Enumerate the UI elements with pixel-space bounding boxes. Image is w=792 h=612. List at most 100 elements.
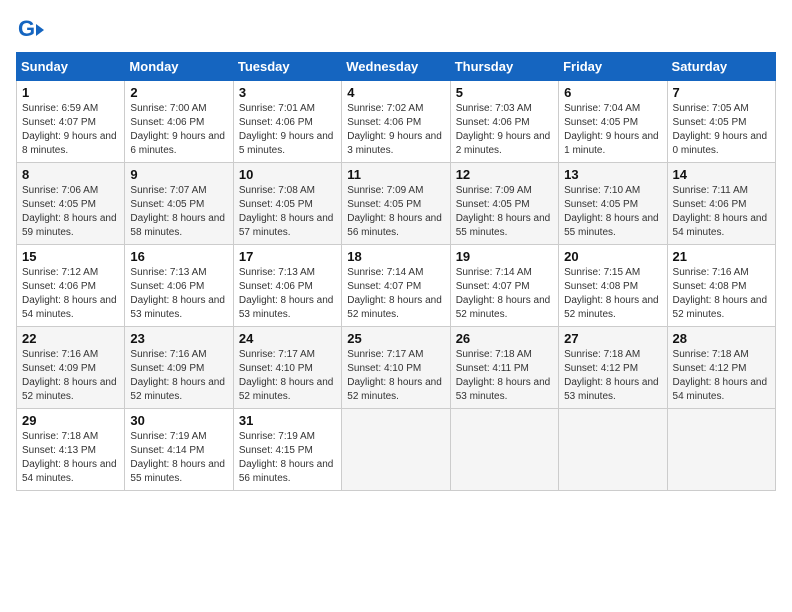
day-number: 9	[130, 167, 227, 182]
calendar-day-cell: 17 Sunrise: 7:13 AMSunset: 4:06 PMDaylig…	[233, 245, 341, 327]
day-number: 24	[239, 331, 336, 346]
day-number: 25	[347, 331, 444, 346]
day-number: 7	[673, 85, 770, 100]
calendar-day-cell: 16 Sunrise: 7:13 AMSunset: 4:06 PMDaylig…	[125, 245, 233, 327]
logo: G	[16, 16, 48, 44]
col-header-monday: Monday	[125, 53, 233, 81]
day-number: 30	[130, 413, 227, 428]
calendar-header-row: Sunday Monday Tuesday Wednesday Thursday…	[17, 53, 776, 81]
svg-text:G: G	[18, 16, 35, 41]
day-info: Sunrise: 7:12 AMSunset: 4:06 PMDaylight:…	[22, 267, 117, 320]
col-header-saturday: Saturday	[667, 53, 775, 81]
day-info: Sunrise: 7:18 AMSunset: 4:12 PMDaylight:…	[673, 349, 768, 402]
calendar-day-cell: 28 Sunrise: 7:18 AMSunset: 4:12 PMDaylig…	[667, 327, 775, 409]
day-info: Sunrise: 7:00 AMSunset: 4:06 PMDaylight:…	[130, 103, 225, 156]
day-info: Sunrise: 7:09 AMSunset: 4:05 PMDaylight:…	[456, 185, 551, 238]
day-info: Sunrise: 7:17 AMSunset: 4:10 PMDaylight:…	[347, 349, 442, 402]
day-info: Sunrise: 7:16 AMSunset: 4:08 PMDaylight:…	[673, 267, 768, 320]
col-header-tuesday: Tuesday	[233, 53, 341, 81]
day-number: 14	[673, 167, 770, 182]
calendar-day-cell: 3 Sunrise: 7:01 AMSunset: 4:06 PMDayligh…	[233, 81, 341, 163]
calendar-day-cell: 4 Sunrise: 7:02 AMSunset: 4:06 PMDayligh…	[342, 81, 450, 163]
day-info: Sunrise: 7:06 AMSunset: 4:05 PMDaylight:…	[22, 185, 117, 238]
day-number: 8	[22, 167, 119, 182]
day-number: 16	[130, 249, 227, 264]
day-info: Sunrise: 7:15 AMSunset: 4:08 PMDaylight:…	[564, 267, 659, 320]
day-info: Sunrise: 7:18 AMSunset: 4:12 PMDaylight:…	[564, 349, 659, 402]
day-info: Sunrise: 7:19 AMSunset: 4:14 PMDaylight:…	[130, 431, 225, 484]
day-number: 29	[22, 413, 119, 428]
day-number: 6	[564, 85, 661, 100]
calendar-day-cell: 8 Sunrise: 7:06 AMSunset: 4:05 PMDayligh…	[17, 163, 125, 245]
day-info: Sunrise: 6:59 AMSunset: 4:07 PMDaylight:…	[22, 103, 117, 156]
calendar-day-cell: 30 Sunrise: 7:19 AMSunset: 4:14 PMDaylig…	[125, 409, 233, 491]
day-info: Sunrise: 7:04 AMSunset: 4:05 PMDaylight:…	[564, 103, 659, 156]
day-info: Sunrise: 7:02 AMSunset: 4:06 PMDaylight:…	[347, 103, 442, 156]
calendar-day-cell: 29 Sunrise: 7:18 AMSunset: 4:13 PMDaylig…	[17, 409, 125, 491]
day-info: Sunrise: 7:03 AMSunset: 4:06 PMDaylight:…	[456, 103, 551, 156]
calendar-day-cell: 23 Sunrise: 7:16 AMSunset: 4:09 PMDaylig…	[125, 327, 233, 409]
day-number: 2	[130, 85, 227, 100]
col-header-friday: Friday	[559, 53, 667, 81]
day-info: Sunrise: 7:09 AMSunset: 4:05 PMDaylight:…	[347, 185, 442, 238]
day-number: 12	[456, 167, 553, 182]
day-info: Sunrise: 7:05 AMSunset: 4:05 PMDaylight:…	[673, 103, 768, 156]
calendar-week-row: 15 Sunrise: 7:12 AMSunset: 4:06 PMDaylig…	[17, 245, 776, 327]
calendar-day-cell: 1 Sunrise: 6:59 AMSunset: 4:07 PMDayligh…	[17, 81, 125, 163]
calendar-day-cell	[559, 409, 667, 491]
day-number: 21	[673, 249, 770, 264]
calendar-day-cell: 24 Sunrise: 7:17 AMSunset: 4:10 PMDaylig…	[233, 327, 341, 409]
calendar-day-cell: 19 Sunrise: 7:14 AMSunset: 4:07 PMDaylig…	[450, 245, 558, 327]
day-number: 18	[347, 249, 444, 264]
calendar-day-cell: 7 Sunrise: 7:05 AMSunset: 4:05 PMDayligh…	[667, 81, 775, 163]
col-header-thursday: Thursday	[450, 53, 558, 81]
day-number: 4	[347, 85, 444, 100]
logo-icon: G	[16, 16, 44, 44]
day-number: 22	[22, 331, 119, 346]
day-number: 15	[22, 249, 119, 264]
day-number: 5	[456, 85, 553, 100]
calendar-day-cell: 15 Sunrise: 7:12 AMSunset: 4:06 PMDaylig…	[17, 245, 125, 327]
day-info: Sunrise: 7:14 AMSunset: 4:07 PMDaylight:…	[347, 267, 442, 320]
day-info: Sunrise: 7:18 AMSunset: 4:13 PMDaylight:…	[22, 431, 117, 484]
day-info: Sunrise: 7:18 AMSunset: 4:11 PMDaylight:…	[456, 349, 551, 402]
day-number: 3	[239, 85, 336, 100]
calendar-day-cell: 6 Sunrise: 7:04 AMSunset: 4:05 PMDayligh…	[559, 81, 667, 163]
calendar-day-cell: 20 Sunrise: 7:15 AMSunset: 4:08 PMDaylig…	[559, 245, 667, 327]
calendar-day-cell: 2 Sunrise: 7:00 AMSunset: 4:06 PMDayligh…	[125, 81, 233, 163]
calendar-day-cell: 25 Sunrise: 7:17 AMSunset: 4:10 PMDaylig…	[342, 327, 450, 409]
calendar-day-cell: 18 Sunrise: 7:14 AMSunset: 4:07 PMDaylig…	[342, 245, 450, 327]
day-info: Sunrise: 7:16 AMSunset: 4:09 PMDaylight:…	[22, 349, 117, 402]
day-info: Sunrise: 7:13 AMSunset: 4:06 PMDaylight:…	[239, 267, 334, 320]
calendar-week-row: 22 Sunrise: 7:16 AMSunset: 4:09 PMDaylig…	[17, 327, 776, 409]
day-number: 13	[564, 167, 661, 182]
day-number: 19	[456, 249, 553, 264]
calendar-day-cell: 22 Sunrise: 7:16 AMSunset: 4:09 PMDaylig…	[17, 327, 125, 409]
calendar-day-cell: 27 Sunrise: 7:18 AMSunset: 4:12 PMDaylig…	[559, 327, 667, 409]
col-header-wednesday: Wednesday	[342, 53, 450, 81]
day-number: 11	[347, 167, 444, 182]
day-info: Sunrise: 7:19 AMSunset: 4:15 PMDaylight:…	[239, 431, 334, 484]
calendar-day-cell: 14 Sunrise: 7:11 AMSunset: 4:06 PMDaylig…	[667, 163, 775, 245]
day-number: 28	[673, 331, 770, 346]
col-header-sunday: Sunday	[17, 53, 125, 81]
calendar-day-cell: 13 Sunrise: 7:10 AMSunset: 4:05 PMDaylig…	[559, 163, 667, 245]
calendar-week-row: 8 Sunrise: 7:06 AMSunset: 4:05 PMDayligh…	[17, 163, 776, 245]
page-header: G	[16, 16, 776, 44]
calendar-week-row: 1 Sunrise: 6:59 AMSunset: 4:07 PMDayligh…	[17, 81, 776, 163]
day-info: Sunrise: 7:01 AMSunset: 4:06 PMDaylight:…	[239, 103, 334, 156]
day-number: 27	[564, 331, 661, 346]
day-info: Sunrise: 7:16 AMSunset: 4:09 PMDaylight:…	[130, 349, 225, 402]
day-info: Sunrise: 7:14 AMSunset: 4:07 PMDaylight:…	[456, 267, 551, 320]
day-number: 10	[239, 167, 336, 182]
calendar-day-cell	[342, 409, 450, 491]
calendar-day-cell: 26 Sunrise: 7:18 AMSunset: 4:11 PMDaylig…	[450, 327, 558, 409]
day-info: Sunrise: 7:10 AMSunset: 4:05 PMDaylight:…	[564, 185, 659, 238]
calendar-day-cell: 9 Sunrise: 7:07 AMSunset: 4:05 PMDayligh…	[125, 163, 233, 245]
day-info: Sunrise: 7:08 AMSunset: 4:05 PMDaylight:…	[239, 185, 334, 238]
calendar-day-cell: 11 Sunrise: 7:09 AMSunset: 4:05 PMDaylig…	[342, 163, 450, 245]
calendar-day-cell	[450, 409, 558, 491]
day-number: 31	[239, 413, 336, 428]
day-number: 23	[130, 331, 227, 346]
calendar-week-row: 29 Sunrise: 7:18 AMSunset: 4:13 PMDaylig…	[17, 409, 776, 491]
